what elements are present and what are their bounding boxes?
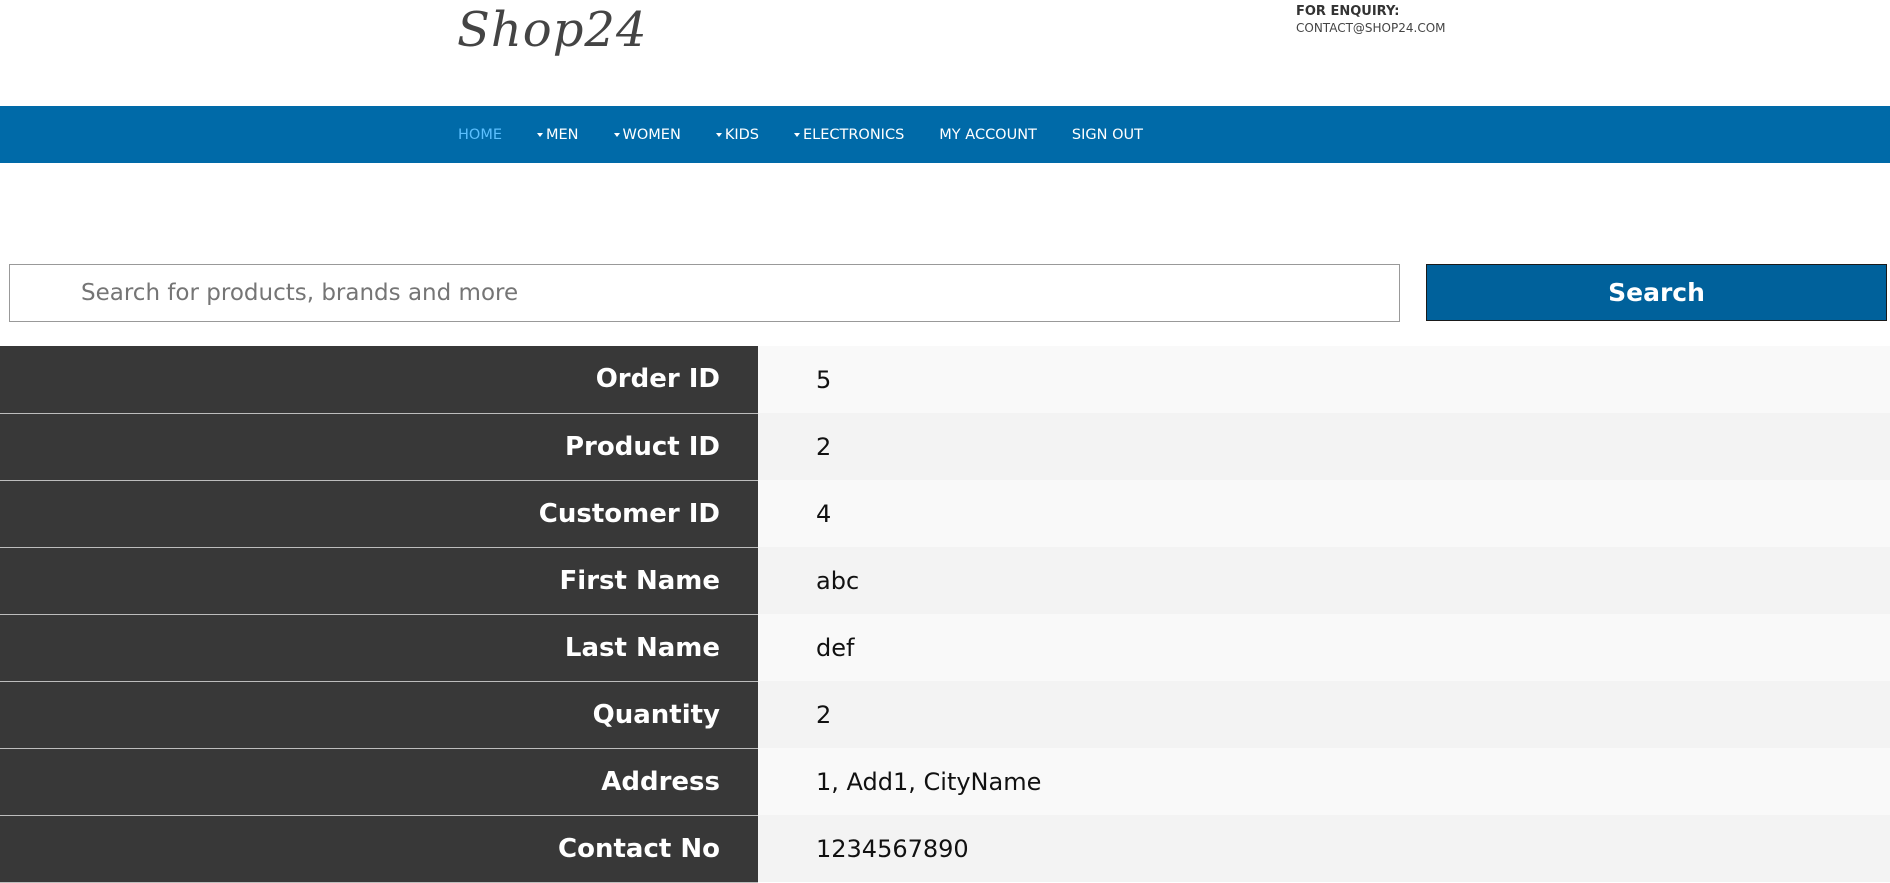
nav-home-label: HOME <box>458 126 502 143</box>
customer-id-value: 4 <box>758 480 1890 547</box>
nav-list: HOME MEN WOMEN KIDS ELECTRONICS MY ACCOU… <box>458 106 1178 163</box>
contact-no-value: 1234567890 <box>758 815 1890 882</box>
nav-item-electronics[interactable]: ELECTRONICS <box>793 126 905 143</box>
table-row: First Name abc <box>0 547 1890 615</box>
table-row: Contact No 1234567890 <box>0 815 1890 883</box>
search-bar: Search <box>0 263 1890 327</box>
first-name-label: First Name <box>0 547 758 615</box>
nav-women-label: WOMEN <box>622 126 681 143</box>
first-name-value: abc <box>758 547 1890 614</box>
product-id-value: 2 <box>758 413 1890 480</box>
nav-item-women[interactable]: WOMEN <box>613 126 681 143</box>
nav-kids-label: KIDS <box>724 126 759 143</box>
nav-sign-out-label: SIGN OUT <box>1071 126 1143 143</box>
nav-electronics-label: ELECTRONICS <box>802 126 905 143</box>
nav-item-men[interactable]: MEN <box>537 127 579 143</box>
order-id-value: 5 <box>758 346 1890 413</box>
caret-down-icon <box>715 133 722 137</box>
enquiry-info: FOR ENQUIRY: CONTACT@SHOP24.COM <box>1296 4 1446 36</box>
nav-item-sign-out[interactable]: SIGN OUT <box>1072 127 1143 143</box>
table-row: Address 1, Add1, CityName <box>0 748 1890 816</box>
last-name-value: def <box>758 614 1890 681</box>
contact-no-label: Contact No <box>0 815 758 883</box>
nav-item-kids[interactable]: KIDS <box>715 126 759 143</box>
table-row: Order ID 5 <box>0 346 1890 414</box>
quantity-value: 2 <box>758 681 1890 748</box>
search-input[interactable] <box>9 264 1400 322</box>
caret-down-icon <box>613 133 620 137</box>
order-details-table: Order ID 5 Product ID 2 Customer ID 4 Fi… <box>0 346 1890 883</box>
table-row: Customer ID 4 <box>0 480 1890 548</box>
last-name-label: Last Name <box>0 614 758 682</box>
main-navbar: HOME MEN WOMEN KIDS ELECTRONICS MY ACCOU… <box>0 106 1890 163</box>
product-id-label: Product ID <box>0 413 758 481</box>
nav-men-label: MEN <box>546 126 579 143</box>
order-id-label: Order ID <box>0 346 758 414</box>
search-button[interactable]: Search <box>1426 264 1887 321</box>
quantity-label: Quantity <box>0 681 758 749</box>
address-value: 1, Add1, CityName <box>758 748 1890 815</box>
nav-item-home[interactable]: HOME <box>458 127 502 143</box>
table-row: Quantity 2 <box>0 681 1890 749</box>
table-row: Last Name def <box>0 614 1890 682</box>
address-label: Address <box>0 748 758 816</box>
enquiry-label: FOR ENQUIRY: <box>1296 4 1400 19</box>
site-logo[interactable]: Shop24 <box>457 2 648 58</box>
enquiry-email[interactable]: CONTACT@SHOP24.COM <box>1296 20 1446 36</box>
caret-down-icon <box>537 133 543 137</box>
site-header: Shop24 FOR ENQUIRY: CONTACT@SHOP24.COM <box>0 0 1890 106</box>
table-row: Product ID 2 <box>0 413 1890 481</box>
customer-id-label: Customer ID <box>0 480 758 548</box>
nav-my-account-label: MY ACCOUNT <box>939 126 1037 143</box>
caret-down-icon <box>793 133 800 137</box>
nav-item-my-account[interactable]: MY ACCOUNT <box>939 127 1037 143</box>
